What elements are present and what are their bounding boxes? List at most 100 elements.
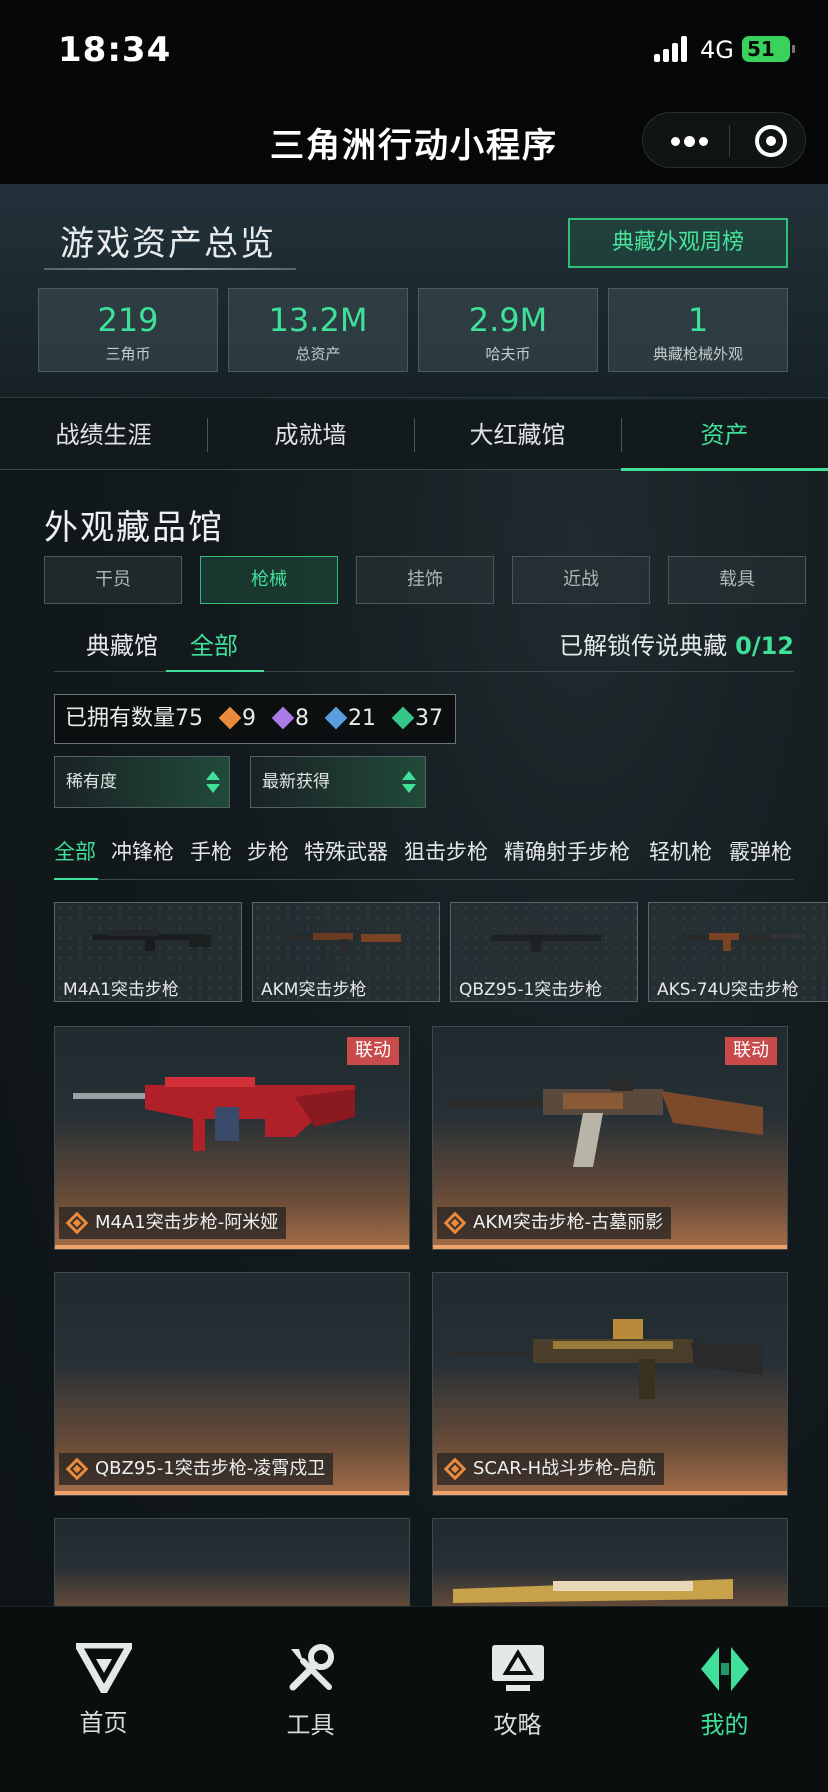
- subtab-all[interactable]: 全部: [190, 626, 238, 661]
- bottom-navigation: 首页 工具 攻略 我的: [0, 1606, 828, 1792]
- stat-value: 13.2M: [268, 301, 368, 339]
- stat-haf-coin: 2.9M 哈夫币: [418, 288, 598, 372]
- network-type: 4G: [700, 36, 734, 64]
- filter-pistol[interactable]: 手枪: [190, 836, 232, 866]
- weapon-thumb-akm[interactable]: AKM突击步枪: [252, 902, 440, 1002]
- skin-name: M4A1突击步枪-阿米娅: [95, 1212, 279, 1233]
- category-charms[interactable]: 挂饰: [356, 556, 494, 604]
- skin-card-akm[interactable]: 联动 AKM突击步枪-古墓丽影: [432, 1026, 788, 1250]
- nav-home[interactable]: 首页: [0, 1643, 207, 1738]
- app-page: 18:34 4G 51 三角洲行动小程序 游戏资产总览 典藏外观周榜 219 三…: [0, 0, 828, 1792]
- skin-name: AKM突击步枪-古墓丽影: [473, 1212, 664, 1233]
- unlock-label: 已解锁传说典藏: [559, 632, 728, 660]
- thumb-name: AKS-74U突击步枪: [657, 980, 799, 1000]
- skin-label: SCAR-H战斗步枪-启航: [437, 1453, 664, 1485]
- skin-card-m4a1[interactable]: 联动 M4A1突击步枪-阿米娅: [54, 1026, 410, 1250]
- thumb-name: M4A1突击步枪: [63, 980, 179, 1000]
- filter-smg[interactable]: 冲锋枪: [111, 836, 174, 866]
- nav-profile[interactable]: 我的: [621, 1643, 828, 1740]
- stat-delta-coin: 219 三角币: [38, 288, 218, 372]
- stat-value: 1: [687, 301, 709, 339]
- owned-blue-count: 21: [348, 706, 376, 731]
- stat-label: 典藏枪械外观: [652, 345, 743, 363]
- filter-shotgun[interactable]: 霰弹枪: [729, 836, 792, 866]
- sort-arrows-icon: [206, 771, 220, 795]
- owned-gold-count: 9: [242, 706, 256, 731]
- rifle-icon: [93, 930, 211, 951]
- weapon-thumb-aks74u[interactable]: AKS-74U突击步枪: [648, 902, 828, 1002]
- nav-label: 工具: [286, 1711, 335, 1739]
- subtab-collection-hall[interactable]: 典藏馆: [86, 626, 158, 661]
- nav-guides[interactable]: 攻略: [414, 1643, 621, 1740]
- tab-achievements[interactable]: 成就墙: [207, 400, 414, 470]
- rarity-bar: [433, 1245, 787, 1249]
- main-tabs: 战绩生涯 成就墙 大红藏馆 资产: [0, 400, 828, 471]
- owned-purple-count: 8: [295, 706, 309, 731]
- thumb-name: AKM突击步枪: [261, 980, 367, 1000]
- tab-career[interactable]: 战绩生涯: [0, 400, 207, 470]
- skin-label: M4A1突击步枪-阿米娅: [59, 1207, 287, 1239]
- stat-value: 219: [97, 301, 159, 339]
- rifle-icon: [683, 933, 805, 951]
- collab-badge: 联动: [725, 1037, 777, 1065]
- weapon-thumb-qbz95[interactable]: QBZ95-1突击步枪: [450, 902, 638, 1002]
- category-vehicles[interactable]: 载具: [668, 556, 806, 604]
- green-rarity-icon: [391, 706, 415, 730]
- filter-dmr[interactable]: 精确射手步枪: [504, 836, 630, 866]
- sort-recent-dropdown[interactable]: 最新获得: [250, 756, 426, 808]
- dropdown-label: 最新获得: [262, 772, 330, 792]
- gold-rarity-icon: [443, 1457, 467, 1481]
- skin-name: QBZ95-1突击步枪-凌霄戍卫: [95, 1458, 326, 1479]
- rarity-bar: [55, 1491, 409, 1495]
- tab-assets[interactable]: 资产: [621, 400, 828, 471]
- category-operator[interactable]: 干员: [44, 556, 182, 604]
- tab-red-collection[interactable]: 大红藏馆: [414, 400, 621, 470]
- overview-title-underline: [44, 268, 296, 270]
- skin-card-qbz95[interactable]: QBZ95-1突击步枪-凌霄戍卫: [54, 1272, 410, 1496]
- skin-label: AKM突击步枪-古墓丽影: [437, 1207, 672, 1239]
- profile-logo-icon: [700, 1647, 749, 1691]
- category-melee[interactable]: 近战: [512, 556, 650, 604]
- owned-count-box: 已拥有数量75 9 8 21 37: [54, 694, 456, 744]
- status-bar: 18:34 4G 51: [0, 0, 828, 100]
- overview-title: 游戏资产总览: [60, 224, 276, 264]
- nav-label: 攻略: [493, 1711, 542, 1739]
- skin-name: SCAR-H战斗步枪-启航: [473, 1458, 656, 1479]
- category-firearms[interactable]: 枪械: [200, 556, 338, 604]
- gold-rarity-icon: [65, 1211, 89, 1235]
- rifle-icon: [287, 933, 401, 951]
- nav-tools[interactable]: 工具: [207, 1643, 414, 1740]
- filter-special[interactable]: 特殊武器: [304, 836, 388, 866]
- close-miniprogram-icon[interactable]: [755, 125, 787, 157]
- battery-icon: 51: [742, 36, 795, 62]
- tools-icon: [289, 1644, 334, 1691]
- filter-lmg[interactable]: 轻机枪: [649, 836, 712, 866]
- filter-active-underline: [54, 878, 98, 880]
- collab-badge: 联动: [347, 1037, 399, 1065]
- battery-level: 51: [747, 37, 775, 61]
- skin-card-scarh[interactable]: SCAR-H战斗步枪-启航: [432, 1272, 788, 1496]
- filter-sniper[interactable]: 狙击步枪: [404, 836, 488, 866]
- filter-all[interactable]: 全部: [54, 836, 96, 866]
- monitor-icon: [491, 1645, 544, 1691]
- status-time: 18:34: [58, 30, 172, 70]
- legend-unlock-status: 已解锁传说典藏 0/12: [559, 626, 794, 661]
- gold-rarity-icon: [65, 1457, 89, 1481]
- weapon-thumb-m4a1[interactable]: M4A1突击步枪: [54, 902, 242, 1002]
- weekly-ranking-button[interactable]: 典藏外观周榜: [568, 218, 788, 268]
- nav-label: 我的: [700, 1711, 749, 1739]
- more-icon[interactable]: [667, 125, 711, 155]
- stat-collection-skins: 1 典藏枪械外观: [608, 288, 788, 372]
- blue-rarity-icon: [324, 706, 348, 730]
- dropdown-label: 稀有度: [66, 772, 117, 792]
- sort-rarity-dropdown[interactable]: 稀有度: [54, 756, 230, 808]
- nav-label: 首页: [79, 1709, 128, 1737]
- asset-overview: 游戏资产总览 典藏外观周榜 219 三角币 13.2M 总资产 2.9M 哈夫币…: [0, 184, 828, 398]
- collection-title: 外观藏品馆: [44, 508, 224, 548]
- rarity-bar: [433, 1491, 787, 1495]
- stat-label: 三角币: [105, 345, 151, 363]
- gold-rarity-icon: [218, 706, 242, 730]
- purple-rarity-icon: [271, 706, 295, 730]
- filter-rifle[interactable]: 步枪: [247, 836, 289, 866]
- thumb-name: QBZ95-1突击步枪: [459, 980, 603, 1000]
